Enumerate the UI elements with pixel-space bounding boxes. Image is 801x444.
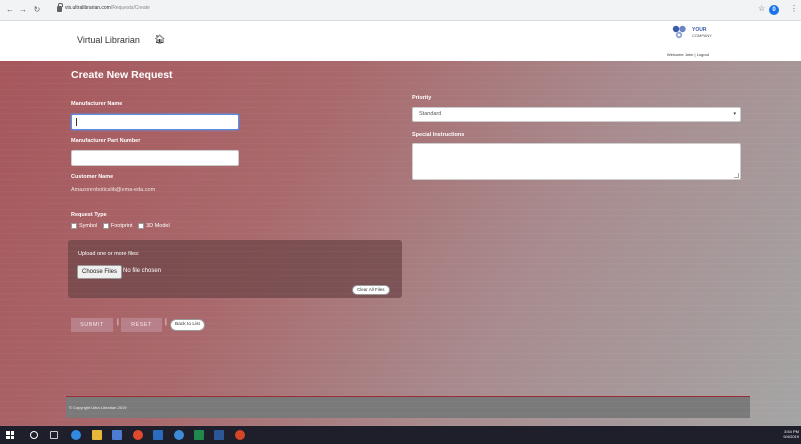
manufacturer-name-label: Manufacturer Name bbox=[71, 101, 123, 107]
request-type-options: Symbol Footprint 3D Model bbox=[71, 223, 174, 231]
site-title[interactable]: Virtual Librarian bbox=[77, 35, 140, 45]
logo-mark-icon bbox=[672, 25, 686, 39]
customer-name-value: Amazonroboticslib@ema-eda.com bbox=[71, 187, 156, 193]
special-instructions-label: Special Instructions bbox=[412, 132, 465, 138]
3d-model-checkbox[interactable] bbox=[138, 223, 145, 229]
manufacturer-name-input[interactable] bbox=[71, 114, 239, 130]
request-type-label: Request Type bbox=[71, 212, 107, 218]
edge-browser-icon[interactable] bbox=[71, 430, 81, 440]
welcome-separator: | bbox=[694, 52, 696, 57]
button-separator: | bbox=[117, 319, 119, 326]
3d-model-label: 3D Model bbox=[146, 223, 170, 229]
copyright-text: © Copyright Ultra Librarian 2019 bbox=[69, 405, 127, 410]
part-number-label: Manufacturer Part Number bbox=[71, 138, 141, 144]
skype-icon[interactable] bbox=[174, 430, 184, 440]
profile-avatar[interactable]: 0 bbox=[769, 5, 779, 15]
symbol-label: Symbol bbox=[79, 223, 98, 229]
browser-toolbar: ← → ↻ vis.ultralibrarian.com/Requests/Cr… bbox=[0, 0, 801, 21]
upload-label: Upload one or more files: bbox=[78, 251, 140, 257]
system-clock[interactable]: 3:54 PM 9/4/2019 bbox=[783, 429, 799, 439]
reset-button[interactable]: RESET bbox=[121, 318, 162, 332]
footprint-label: Footprint bbox=[110, 223, 133, 229]
clock-date: 9/4/2019 bbox=[783, 434, 799, 439]
special-instructions-textarea[interactable] bbox=[412, 143, 741, 180]
text-caret bbox=[76, 118, 77, 126]
symbol-checkbox[interactable] bbox=[71, 223, 77, 229]
address-bar[interactable]: vis.ultralibrarian.com/Requests/Create bbox=[65, 5, 150, 11]
welcome-text: Welcome John bbox=[667, 52, 694, 57]
home-icon[interactable]: 🏠︎ bbox=[154, 34, 165, 45]
bookmark-star-icon[interactable]: ☆ bbox=[758, 4, 765, 13]
welcome-bar: Welcome John | Logout bbox=[667, 52, 709, 57]
chrome-icon[interactable] bbox=[133, 430, 143, 440]
store-icon[interactable] bbox=[112, 430, 122, 440]
site-header: Virtual Librarian 🏠︎ YOUR COMPANY Welcom… bbox=[0, 21, 801, 61]
file-status-text: No file chosen bbox=[123, 268, 162, 274]
choose-files-button[interactable]: Choose Files bbox=[77, 265, 123, 279]
clear-all-files-button[interactable]: Clear All Files bbox=[352, 285, 390, 295]
lock-icon bbox=[57, 3, 63, 12]
submit-button[interactable]: SUBMIT bbox=[71, 318, 113, 332]
powerpoint-icon[interactable] bbox=[235, 430, 245, 440]
priority-selected-value: Standard bbox=[419, 111, 442, 117]
file-explorer-icon[interactable] bbox=[92, 430, 102, 440]
logo-line-2: COMPANY bbox=[692, 33, 712, 38]
reload-icon[interactable]: ↻ bbox=[31, 4, 43, 16]
request-type-footprint[interactable]: Footprint bbox=[102, 223, 133, 229]
page-title: Create New Request bbox=[71, 69, 173, 81]
page-footer: © Copyright Ultra Librarian 2019 bbox=[66, 396, 750, 418]
part-number-input[interactable] bbox=[71, 150, 239, 166]
file-upload-panel: Upload one or more files: Choose Files N… bbox=[68, 240, 402, 298]
windows-start-icon[interactable] bbox=[6, 431, 14, 439]
url-path: /Requests/Create bbox=[110, 5, 150, 11]
back-to-list-button[interactable]: Back to List bbox=[170, 319, 205, 331]
resize-handle-icon[interactable] bbox=[734, 173, 739, 178]
priority-label: Priority bbox=[412, 95, 432, 101]
main-content: Create New Request Manufacturer Name Man… bbox=[0, 61, 801, 426]
word-icon[interactable] bbox=[214, 430, 224, 440]
excel-icon[interactable] bbox=[194, 430, 204, 440]
search-icon[interactable] bbox=[30, 431, 38, 439]
os-taskbar: 3:54 PM 9/4/2019 bbox=[0, 426, 801, 444]
url-domain: vis.ultralibrarian.com bbox=[65, 5, 111, 11]
button-separator: | bbox=[165, 319, 167, 326]
forward-arrow-icon[interactable]: → bbox=[17, 4, 29, 16]
outlook-icon[interactable] bbox=[153, 430, 163, 440]
task-view-icon[interactable] bbox=[50, 431, 58, 439]
logout-link[interactable]: Logout bbox=[697, 52, 709, 57]
customer-name-label: Customer Name bbox=[71, 174, 114, 180]
request-type-symbol[interactable]: Symbol bbox=[71, 223, 97, 229]
request-type-3d-model[interactable]: 3D Model bbox=[138, 223, 170, 229]
browser-menu-icon[interactable]: ⋮ bbox=[790, 4, 798, 13]
footprint-checkbox[interactable] bbox=[102, 223, 109, 229]
company-logo: YOUR COMPANY bbox=[668, 25, 728, 47]
back-arrow-icon[interactable]: ← bbox=[4, 4, 16, 16]
priority-select[interactable]: Standard ▾ bbox=[412, 107, 741, 122]
dropdown-arrow-icon: ▾ bbox=[733, 111, 736, 117]
